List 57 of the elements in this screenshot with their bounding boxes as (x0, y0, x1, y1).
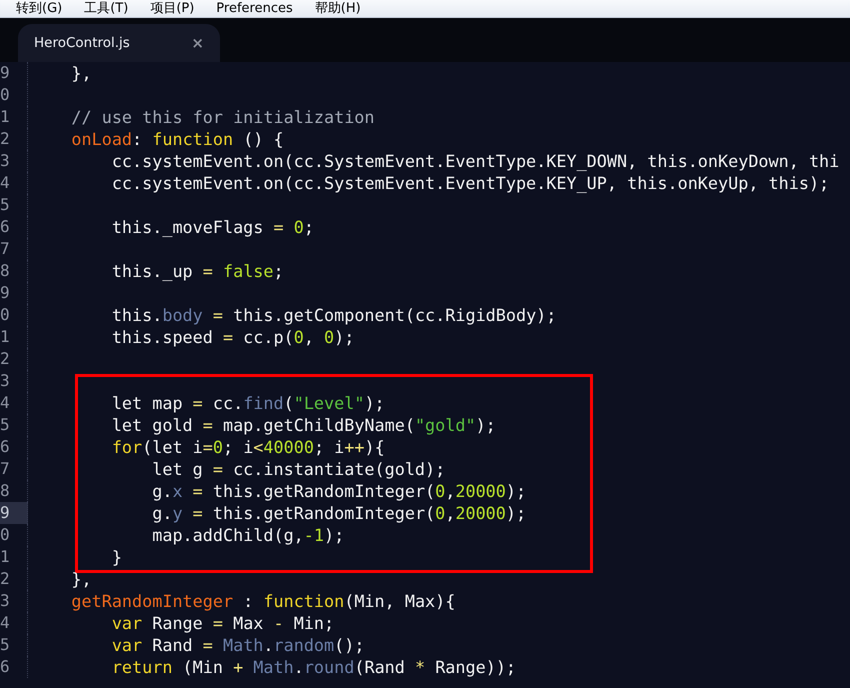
menu-item[interactable]: 帮助(H) (314, 1, 369, 16)
file-tab[interactable]: HeroControl.js × (18, 24, 220, 62)
menu-item[interactable]: 转到(G) (16, 1, 70, 16)
code-line: }, (70, 62, 92, 84)
line-number: 4 (0, 393, 10, 412)
line-number: 7 (0, 459, 10, 478)
line-number: 8 (0, 481, 10, 500)
menu-item[interactable]: Preferences (216, 1, 301, 16)
code-line: onLoad: function () { (70, 128, 284, 150)
code-line: // use this for initialization (70, 106, 375, 128)
code-line: var Range = Max - Min; (110, 612, 334, 634)
code-line: for(let i=0; i<40000; i++){ (110, 436, 385, 458)
code-line: let g = cc.instantiate(gold); (151, 458, 446, 480)
line-number: 3 (0, 151, 10, 170)
line-number: 2 (0, 129, 10, 148)
menu-item[interactable]: 工具(T) (84, 1, 136, 16)
line-number: 5 (0, 415, 10, 434)
line-number: 5 (0, 635, 10, 654)
line-number: 1 (0, 547, 10, 566)
line-number: 9 (0, 63, 10, 82)
line-number: 0 (0, 525, 10, 544)
code-line: this._moveFlags = 0; (110, 216, 314, 238)
line-number: 1 (0, 107, 10, 126)
line-number: 8 (0, 261, 10, 280)
code-line: } (110, 546, 122, 568)
line-number: 2 (0, 569, 10, 588)
line-number: 1 (0, 327, 10, 346)
code-line: cc.systemEvent.on(cc.SystemEvent.EventType.KEY_DOWN, this.onKeyDown, thi (110, 150, 840, 172)
code-line: getRandomInteger : function(Min, Max){ (70, 590, 456, 612)
code-line: let map = cc.find("Level"); (110, 392, 385, 414)
code-line: let gold = map.getChildByName("gold"); (110, 414, 496, 436)
code-line: return (Min + Math.round(Rand * Range)); (110, 656, 516, 678)
line-number: 9 (0, 503, 10, 522)
line-number: 3 (0, 591, 10, 610)
code-line: this.speed = cc.p(0, 0); (110, 326, 354, 348)
line-number: 0 (0, 305, 10, 324)
code-line: this.body = this.getComponent(cc.RigidBody); (110, 304, 556, 326)
line-number: 6 (0, 217, 10, 236)
menu-item[interactable]: 项目(P) (150, 1, 202, 16)
close-icon[interactable]: × (191, 34, 204, 52)
line-number: 6 (0, 437, 10, 456)
code-line: map.addChild(g,-1); (151, 524, 344, 546)
code-line: cc.systemEvent.on(cc.SystemEvent.EventType.KEY_UP, this.onKeyUp, this); (110, 172, 830, 194)
line-number: 0 (0, 85, 10, 104)
line-number: 2 (0, 349, 10, 368)
code-line: var Rand = Math.random(); (110, 634, 364, 656)
line-number: 5 (0, 195, 10, 214)
line-number: 4 (0, 173, 10, 192)
line-number: 9 (0, 283, 10, 302)
line-number: 6 (0, 657, 10, 676)
line-number: 3 (0, 371, 10, 390)
code-line: }, (70, 568, 92, 590)
code-line: this._up = false; (110, 260, 284, 282)
code-line: g.x = this.getRandomInteger(0,20000); (151, 480, 526, 502)
line-number: 7 (0, 239, 10, 258)
code-line: g.y = this.getRandomInteger(0,20000); (151, 502, 526, 524)
line-number: 4 (0, 613, 10, 632)
